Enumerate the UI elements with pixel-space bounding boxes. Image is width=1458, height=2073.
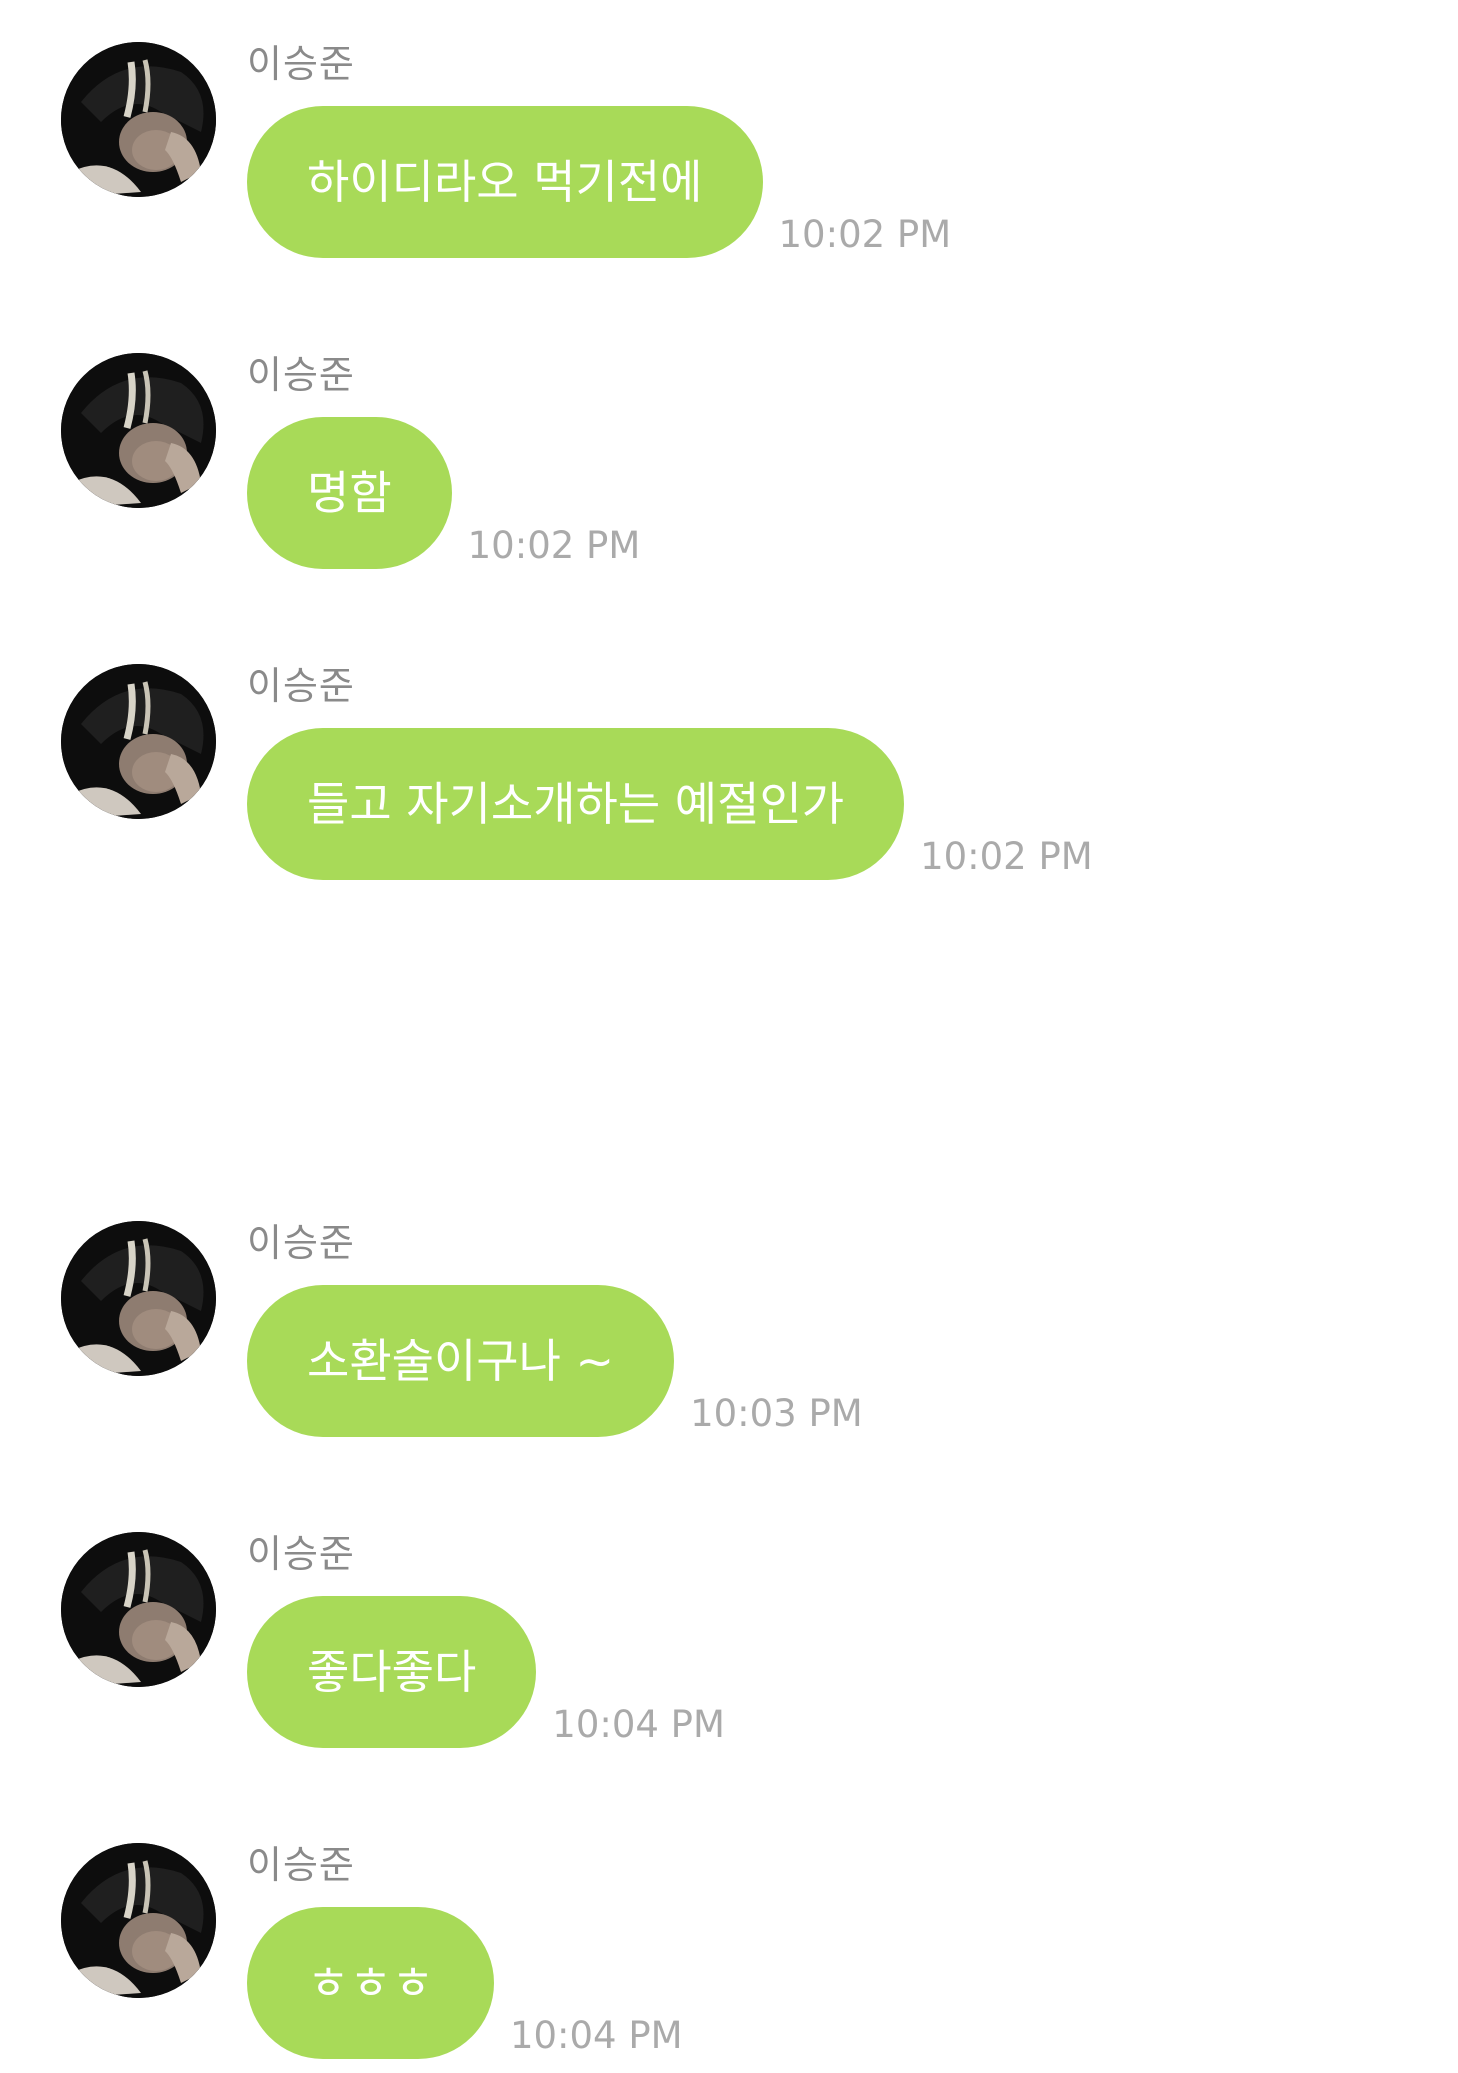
profile-photo xyxy=(61,353,216,508)
message-item: 이승준 ㅎㅎㅎ 10:04 PM xyxy=(0,1843,1458,2073)
sender-name: 이승준 xyxy=(247,664,355,708)
profile-photo xyxy=(61,1532,216,1687)
message-timestamp: 10:02 PM xyxy=(778,213,952,256)
message-bubble[interactable]: 소환술이구나 ~ xyxy=(247,1285,675,1437)
sender-name: 이승준 xyxy=(247,42,355,86)
message-row: 좋다좋다 10:04 PM xyxy=(247,1596,725,1748)
message-item: 이승준 소환술이구나 ~ 10:03 PM xyxy=(0,1221,1458,1451)
message-row: 소환술이구나 ~ 10:03 PM xyxy=(247,1285,863,1437)
profile-photo xyxy=(61,1221,216,1376)
avatar[interactable] xyxy=(61,1532,216,1687)
message-bubble[interactable]: 명함 xyxy=(247,417,452,569)
message-item: 이승준 좋다좋다 10:04 PM xyxy=(0,1532,1458,1762)
sender-name: 이승준 xyxy=(247,1843,355,1887)
sender-name: 이승준 xyxy=(247,1532,355,1576)
avatar[interactable] xyxy=(61,353,216,508)
message-timestamp: 10:02 PM xyxy=(467,524,641,567)
profile-photo xyxy=(61,42,216,197)
profile-photo xyxy=(61,664,216,819)
sender-name: 이승준 xyxy=(247,353,355,397)
message-timestamp: 10:02 PM xyxy=(920,835,1093,878)
avatar[interactable] xyxy=(61,42,216,197)
avatar[interactable] xyxy=(61,1843,216,1998)
message-bubble[interactable]: 들고 자기소개하는 예절인가 xyxy=(247,728,905,880)
message-item: 이승준 들고 자기소개하는 예절인가 10:02 PM xyxy=(0,664,1458,894)
message-timestamp: 10:04 PM xyxy=(552,1703,725,1746)
profile-photo xyxy=(61,1843,216,1998)
message-row: 명함 10:02 PM xyxy=(247,417,640,569)
message-row: 들고 자기소개하는 예절인가 10:02 PM xyxy=(247,728,1093,880)
message-timestamp: 10:03 PM xyxy=(690,1392,863,1435)
message-row: ㅎㅎㅎ 10:04 PM xyxy=(247,1907,683,2059)
message-bubble[interactable]: 하이디라오 먹기전에 xyxy=(247,106,763,258)
message-timestamp: 10:04 PM xyxy=(509,2014,683,2057)
message-row: 하이디라오 먹기전에 10:02 PM xyxy=(247,106,951,258)
message-bubble[interactable]: 좋다좋다 xyxy=(247,1596,537,1748)
avatar[interactable] xyxy=(61,1221,216,1376)
message-item: 이승준 명함 10:02 PM xyxy=(0,353,1458,583)
message-item: 이승준 하이디라오 먹기전에 10:02 PM xyxy=(0,42,1458,272)
avatar[interactable] xyxy=(61,664,216,819)
sender-name: 이승준 xyxy=(247,1221,355,1265)
message-bubble[interactable]: ㅎㅎㅎ xyxy=(247,1907,494,2059)
